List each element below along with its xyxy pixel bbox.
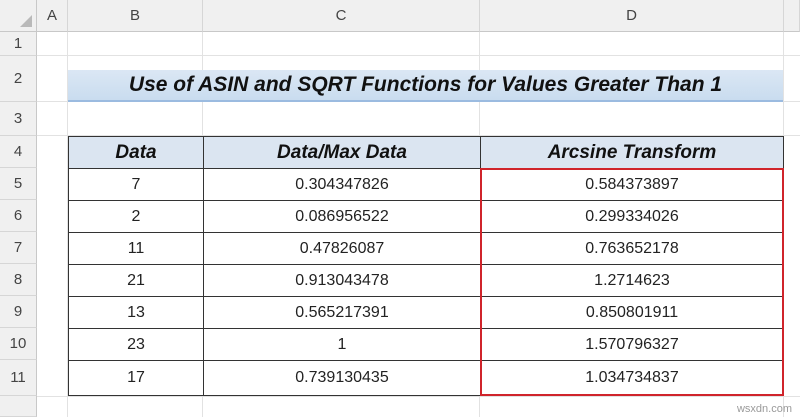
column-header-d[interactable]: D bbox=[480, 0, 784, 32]
table-cell[interactable]: 0.763652178 bbox=[480, 232, 784, 265]
table-cell[interactable]: 0.086956522 bbox=[203, 200, 481, 233]
gridline bbox=[37, 396, 800, 397]
select-all-triangle-icon bbox=[20, 15, 32, 27]
table-cell[interactable]: 0.47826087 bbox=[203, 232, 481, 265]
row-header-8[interactable]: 8 bbox=[0, 264, 37, 296]
table-cell[interactable]: 0.913043478 bbox=[203, 264, 481, 297]
column-header-a[interactable]: A bbox=[37, 0, 68, 32]
row-header-12[interactable] bbox=[0, 396, 37, 417]
table-cell[interactable]: 21 bbox=[68, 264, 204, 297]
row-header-10[interactable]: 10 bbox=[0, 328, 37, 360]
table-cell[interactable]: 1.2714623 bbox=[480, 264, 784, 297]
table-cell[interactable]: 1.034734837 bbox=[480, 360, 784, 396]
table-cell[interactable]: 0.304347826 bbox=[203, 168, 481, 201]
row-header-5[interactable]: 5 bbox=[0, 168, 37, 200]
header-cell-data[interactable]: Data bbox=[68, 136, 204, 169]
table-cell[interactable]: 0.565217391 bbox=[203, 296, 481, 329]
table-cell[interactable]: 0.850801911 bbox=[480, 296, 784, 329]
table-cell[interactable]: 1 bbox=[203, 328, 481, 361]
row-header-2[interactable]: 2 bbox=[0, 56, 37, 102]
row-header-4[interactable]: 4 bbox=[0, 136, 37, 168]
column-header-b[interactable]: B bbox=[68, 0, 203, 32]
table-cell[interactable]: 2 bbox=[68, 200, 204, 233]
header-cell-ratio[interactable]: Data/Max Data bbox=[203, 136, 481, 169]
row-header-11[interactable]: 11 bbox=[0, 360, 37, 396]
table-cell[interactable]: 1.570796327 bbox=[480, 328, 784, 361]
row-header-7[interactable]: 7 bbox=[0, 232, 37, 264]
table-cell[interactable]: 7 bbox=[68, 168, 204, 201]
sheet-title[interactable]: Use of ASIN and SQRT Functions for Value… bbox=[68, 70, 783, 102]
table-cell[interactable]: 11 bbox=[68, 232, 204, 265]
column-header-c[interactable]: C bbox=[203, 0, 480, 32]
row-header-6[interactable]: 6 bbox=[0, 200, 37, 232]
table-cell[interactable]: 13 bbox=[68, 296, 204, 329]
row-header-9[interactable]: 9 bbox=[0, 296, 37, 328]
table-cell[interactable]: 0.584373897 bbox=[480, 168, 784, 201]
table-cell[interactable]: 0.739130435 bbox=[203, 360, 481, 396]
row-header-3[interactable]: 3 bbox=[0, 102, 37, 136]
header-cell-arcsine[interactable]: Arcsine Transform bbox=[480, 136, 784, 169]
watermark: wsxdn.com bbox=[736, 403, 792, 415]
table-cell[interactable]: 23 bbox=[68, 328, 204, 361]
table-cell[interactable]: 0.299334026 bbox=[480, 200, 784, 233]
gridline bbox=[37, 55, 800, 56]
table-cell[interactable]: 17 bbox=[68, 360, 204, 396]
column-header-e[interactable] bbox=[784, 0, 800, 32]
row-header-1[interactable]: 1 bbox=[0, 32, 37, 56]
select-all-corner[interactable] bbox=[0, 0, 37, 32]
spreadsheet-grid: A B C D 1 2 3 4 5 6 7 8 9 10 11 Use of A… bbox=[0, 0, 800, 417]
